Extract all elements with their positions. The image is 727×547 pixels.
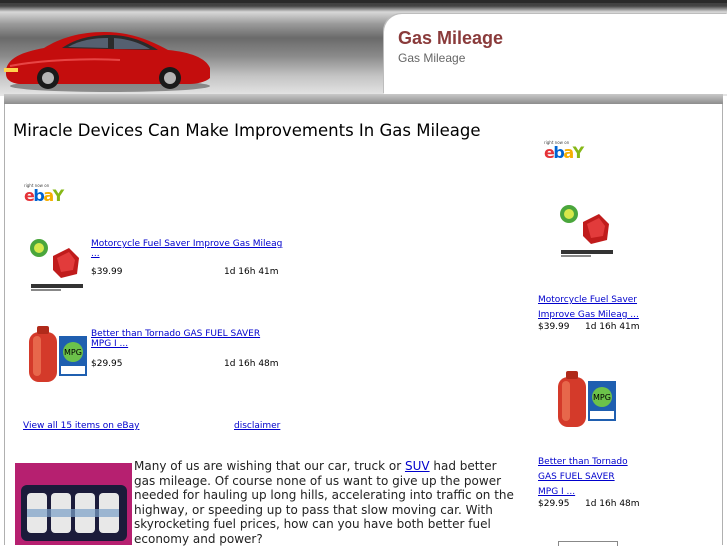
odometer-icon (15, 463, 132, 545)
suv-link[interactable]: SUV (405, 459, 430, 473)
red-sports-car-icon (4, 32, 210, 92)
ebay-logo[interactable]: right now on ebaY (24, 184, 64, 205)
item-link-tornado-fuel-saver[interactable]: Better than Tornado GAS FUEL SAVER MPG I … (91, 329, 260, 349)
sidebar-item-price: $29.95 (538, 499, 570, 509)
ebay-wordmark-icon: ebaY (24, 186, 64, 205)
header-top-line (0, 0, 727, 3)
item-price: $29.95 (91, 359, 123, 369)
header-divider (4, 94, 723, 104)
item-link-motorcycle-fuel-saver[interactable]: Motorcycle Fuel Saver Improve Gas Mileag… (91, 239, 282, 259)
site-title[interactable]: Gas Mileage (398, 28, 503, 49)
sidebar-ebay-logo[interactable]: right now on ebaY (544, 141, 584, 162)
fuel-gauge-image (15, 463, 132, 545)
fuel-saver-device-icon[interactable] (27, 236, 87, 294)
page-headline: Miracle Devices Can Make Improvements In… (13, 121, 481, 140)
fuel-saver-canister-icon[interactable]: MPG (556, 371, 618, 429)
svg-text:MPG: MPG (64, 348, 82, 357)
sidebar-item-price: $39.99 (538, 322, 570, 332)
disclaimer-link[interactable]: disclaimer (234, 421, 280, 431)
site-subtitle: Gas Mileage (398, 51, 466, 65)
svg-text:MPG: MPG (593, 393, 611, 402)
sidebar-item-link-motorcycle-fuel-saver[interactable]: Motorcycle Fuel Saver Improve Gas Mileag … (538, 293, 639, 323)
sidebar-item-time-left: 1d 16h 48m (585, 499, 640, 509)
article-paragraph: Many of us are wishing that our car, tru… (134, 459, 514, 546)
fuel-saver-canister-icon[interactable]: MPG (27, 326, 89, 384)
item-time-left: 1d 16h 48m (224, 359, 279, 369)
sidebar-item-time-left: 1d 16h 41m (585, 322, 640, 332)
item-price: $39.99 (91, 267, 123, 277)
site-header: Gas Mileage Gas Mileage (0, 0, 727, 96)
view-all-items-link[interactable]: View all 15 items on eBay (23, 421, 139, 431)
item-time-left: 1d 16h 41m (224, 267, 279, 277)
ebay-wordmark-icon: ebaY (544, 143, 584, 162)
site-title-tab: Gas Mileage Gas Mileage (384, 14, 727, 94)
next-item-thumbnail-edge (558, 541, 618, 546)
sidebar-item-link-tornado-fuel-saver[interactable]: Better than Tornado GAS FUEL SAVER MPG I .… (538, 455, 628, 500)
fuel-saver-device-icon[interactable] (557, 202, 617, 260)
